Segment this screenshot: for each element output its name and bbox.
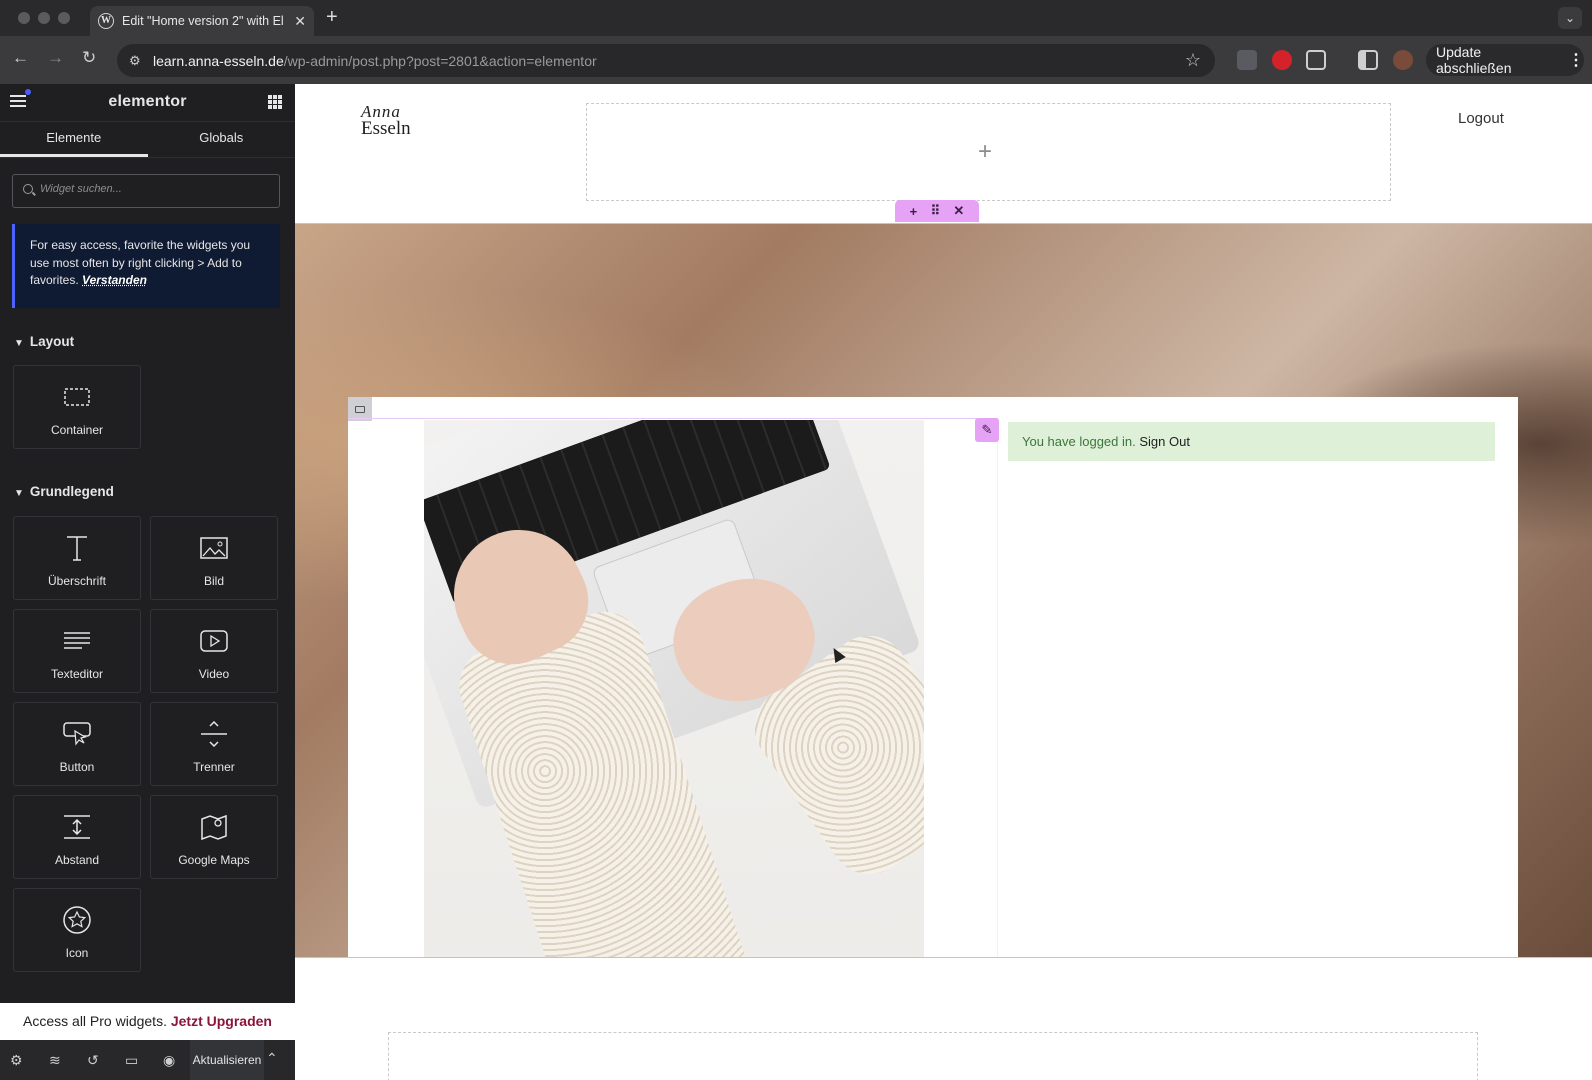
widget-icon[interactable]: Icon [13, 888, 141, 972]
caret-down-icon: ▼ [14, 488, 24, 499]
login-status-message: You have logged in. Sign Out [1008, 422, 1495, 461]
image-icon [151, 533, 277, 563]
widget-heading[interactable]: Überschrift [13, 516, 141, 600]
pro-upgrade-banner: Access all Pro widgets. Jetzt Upgraden [0, 1003, 295, 1040]
section-layout-header[interactable]: ▼ Layout [14, 334, 74, 349]
logout-link[interactable]: Logout [1458, 110, 1504, 127]
extensions-icon[interactable] [1306, 50, 1326, 70]
profile-avatar[interactable] [1393, 50, 1413, 70]
update-button[interactable]: Update abschließen ⋮ [1426, 44, 1584, 76]
bookmark-star-icon[interactable]: ☆ [1185, 50, 1201, 71]
widget-image[interactable]: Bild [150, 516, 278, 600]
sidebar-tabs: Elemente Globals [0, 122, 295, 158]
elementor-logo: elementor [108, 93, 187, 110]
tip-dismiss-link[interactable]: Verstanden [82, 273, 147, 287]
star-icon [14, 905, 140, 935]
url-text[interactable]: learn.anna-esseln.de/wp-admin/post.php?p… [153, 53, 597, 69]
section-grundlegend-header[interactable]: ▼ Grundlegend [14, 484, 114, 499]
preview-eye-icon[interactable]: ◉ [163, 1052, 175, 1069]
widget-google-maps[interactable]: Google Maps [150, 795, 278, 879]
widget-container[interactable]: Container [13, 365, 141, 449]
wordpress-icon: W [98, 13, 114, 29]
devtools-extension-icon[interactable] [1237, 50, 1257, 70]
drag-handle-icon[interactable]: ⠿ [931, 203, 941, 219]
spacer-icon [14, 812, 140, 842]
new-tab-icon[interactable]: + [326, 6, 338, 29]
text-editor-icon [14, 626, 140, 656]
widget-video[interactable]: Video [150, 609, 278, 693]
tab-globals[interactable]: Globals [148, 122, 296, 157]
video-icon [151, 626, 277, 656]
upgrade-link[interactable]: Jetzt Upgraden [171, 1013, 272, 1029]
edit-widget-pencil-icon[interactable]: ✎ [975, 418, 999, 442]
browser-tab-bar: W Edit "Home version 2" with El ✕ + ⌄ [0, 0, 1592, 36]
responsive-mode-icon[interactable]: ▭ [125, 1052, 138, 1069]
back-icon[interactable]: ← [12, 48, 29, 68]
search-icon [23, 184, 33, 194]
forward-icon[interactable]: → [47, 48, 64, 68]
widget-spacer[interactable]: Abstand [13, 795, 141, 879]
reload-icon[interactable]: ↻ [82, 48, 96, 68]
bottom-drop-zone[interactable] [388, 1032, 1478, 1080]
hero-section[interactable]: ✎ You have logged in. Sign Out [295, 223, 1592, 958]
navigator-layers-icon[interactable]: ≋ [49, 1052, 61, 1069]
widget-divider[interactable]: Trenner [150, 702, 278, 786]
more-menu-icon[interactable]: ⋮ [1568, 50, 1584, 70]
browser-tab[interactable]: W Edit "Home version 2" with El ✕ [90, 6, 314, 36]
browser-toolbar: ← → ↻ ⚙ learn.anna-esseln.de/wp-admin/po… [0, 36, 1592, 84]
sidebar-footer: ⚙ ≋ ↺ ▭ ◉ Aktualisieren ⌃ [0, 1040, 295, 1080]
sidebar-header: elementor [0, 84, 295, 122]
add-element-icon[interactable]: + [978, 138, 992, 166]
close-window-button[interactable] [18, 12, 30, 24]
site-logo[interactable]: Anna Esseln [361, 102, 425, 142]
address-bar[interactable]: ⚙ learn.anna-esseln.de/wp-admin/post.php… [117, 44, 1215, 77]
side-panel-icon[interactable] [1358, 50, 1378, 70]
delete-section-icon[interactable]: ✕ [953, 203, 964, 219]
pinterest-icon[interactable] [1272, 50, 1292, 70]
favorites-tip: For easy access, favorite the widgets yo… [12, 224, 280, 308]
widget-search [12, 174, 280, 208]
publish-update-button[interactable]: Aktualisieren [190, 1040, 264, 1080]
history-icon[interactable]: ↺ [87, 1052, 99, 1069]
tab-title: Edit "Home version 2" with El [122, 14, 284, 28]
sign-out-link[interactable]: Sign Out [1139, 434, 1190, 449]
button-icon [14, 719, 140, 749]
section-handle[interactable]: + ⠿ ✕ [895, 200, 979, 222]
widget-text-editor[interactable]: Texteditor [13, 609, 141, 693]
apps-grid-icon[interactable] [268, 95, 282, 109]
chevron-up-icon[interactable]: ⌃ [266, 1050, 278, 1067]
elementor-sidebar: elementor Elemente Globals For easy acce… [0, 84, 309, 1080]
close-tab-icon[interactable]: ✕ [294, 13, 306, 30]
maximize-window-button[interactable] [58, 12, 70, 24]
header-drop-zone[interactable]: + [586, 103, 1391, 201]
tab-search-icon[interactable]: ⌄ [1558, 7, 1582, 29]
tab-elemente[interactable]: Elemente [0, 122, 148, 157]
caret-down-icon: ▼ [14, 338, 24, 349]
site-settings-icon[interactable]: ⚙ [129, 53, 141, 69]
widget-button[interactable]: Button [13, 702, 141, 786]
map-icon [151, 812, 277, 842]
add-section-icon[interactable]: + [910, 204, 918, 219]
laptop-photo[interactable] [424, 420, 924, 957]
search-input[interactable] [40, 183, 270, 195]
editor-canvas: Anna Esseln + Logout ✎ You have logged i… [295, 84, 1592, 1080]
container-icon [14, 382, 140, 412]
settings-gear-icon[interactable]: ⚙ [10, 1052, 23, 1069]
minimize-window-button[interactable] [38, 12, 50, 24]
heading-icon [14, 533, 140, 563]
divider-icon [151, 719, 277, 749]
